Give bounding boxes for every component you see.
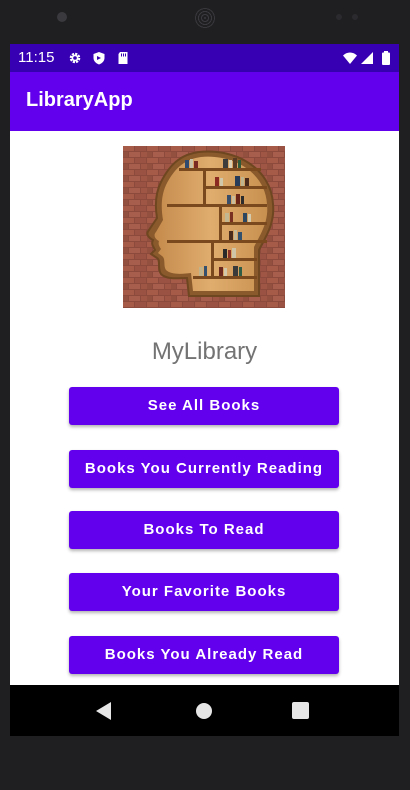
light-sensor [352,14,358,20]
app-bar: LibraryApp [10,72,399,131]
books-to-read-button[interactable]: Books To Read [69,511,339,549]
recents-icon[interactable] [292,702,309,719]
see-all-books-button[interactable]: See All Books [69,387,339,425]
earpiece-speaker [195,8,215,28]
already-read-button[interactable]: Books You Already Read [69,636,339,674]
currently-reading-button[interactable]: Books You Currently Reading [69,450,339,488]
main-content: MyLibrary See All Books Books You Curren… [10,131,399,685]
favorite-books-button[interactable]: Your Favorite Books [69,573,339,611]
phone-screen: 11:15 LibraryApp MyLibrary See All Books… [10,44,399,736]
status-bar: 11:15 [10,44,399,72]
home-icon[interactable] [196,703,212,719]
proximity-sensor [336,14,342,20]
shield-icon [93,52,105,65]
cell-signal-icon [361,52,373,64]
battery-icon [382,51,390,65]
status-time: 11:15 [18,49,55,66]
device-frame: 11:15 LibraryApp MyLibrary See All Books… [0,0,410,790]
bookshelf-head-logo [123,146,285,308]
back-icon[interactable] [96,702,111,720]
sd-card-icon [118,52,128,64]
navigation-bar [10,685,399,736]
page-heading: MyLibrary [151,338,258,365]
wifi-icon [343,52,357,64]
front-camera [57,12,67,22]
gear-icon [69,52,81,64]
app-title: LibraryApp [26,89,133,111]
